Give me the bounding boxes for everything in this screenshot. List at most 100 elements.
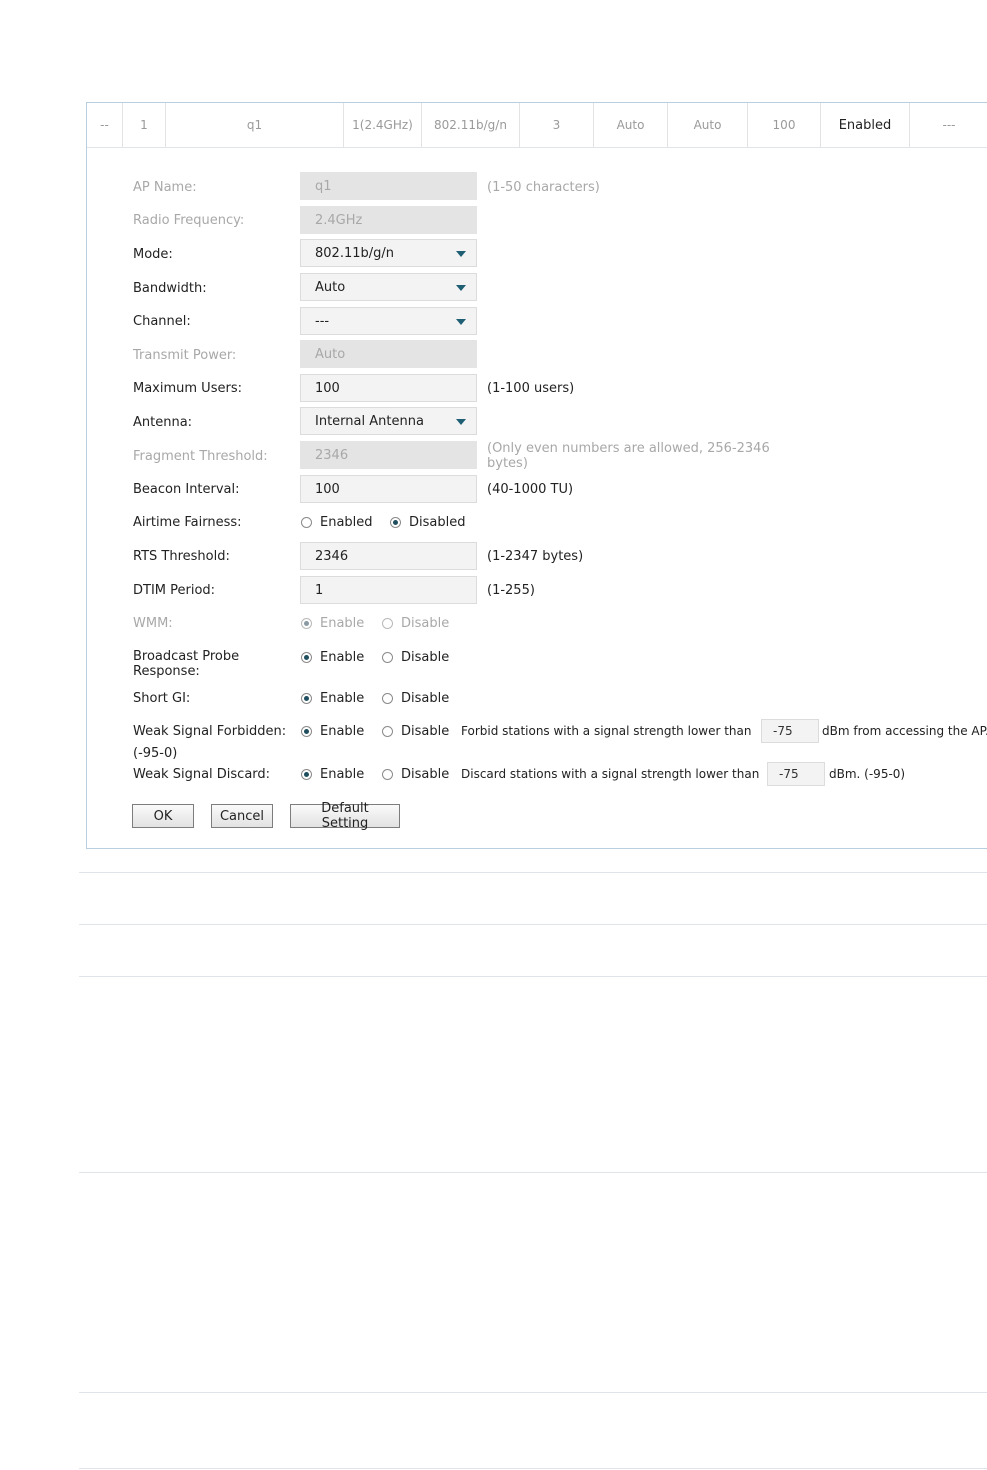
- bandwidth-value: Auto: [315, 279, 346, 295]
- table-cell: 3: [520, 103, 594, 147]
- table-cell: Enabled: [821, 103, 910, 147]
- radio-on-icon: [390, 517, 401, 528]
- wmm-disable-radio: Disable: [382, 616, 449, 631]
- dtim-period-hint: (1-255): [487, 583, 535, 598]
- table-cell: 802.11b/g/n: [422, 103, 520, 147]
- ok-button[interactable]: OK: [132, 804, 194, 828]
- radio-label: Enable: [320, 691, 365, 706]
- maximum-users-label: Maximum Users:: [133, 381, 242, 396]
- short-gi-label: Short GI:: [133, 691, 191, 706]
- radio-label: Enable: [320, 650, 365, 665]
- radio-on-icon: [301, 726, 312, 737]
- ap-name-hint: (1-50 characters): [487, 180, 600, 195]
- table-cell: ---: [942, 118, 956, 132]
- weak-signal-forbidden-unit: dBm from accessing the AP.: [822, 724, 987, 738]
- weak-signal-discard-disable-radio[interactable]: Disable: [382, 767, 449, 782]
- chevron-down-icon: [456, 419, 466, 425]
- radio-label: Disable: [401, 691, 450, 706]
- bandwidth-select[interactable]: Auto: [300, 273, 477, 301]
- maximum-users-input[interactable]: 100: [300, 374, 477, 402]
- table-row[interactable]: -- 1 q1 1(2.4GHz) 802.11b/g/n 3 Auto Aut…: [87, 103, 987, 148]
- beacon-interval-hint: (40-1000 TU): [487, 482, 574, 497]
- radio-on-icon: [301, 618, 312, 629]
- ap-name-label: AP Name:: [133, 180, 197, 195]
- channel-label: Channel:: [133, 314, 191, 329]
- radio-off-icon: [301, 517, 312, 528]
- antenna-label: Antenna:: [133, 415, 193, 430]
- wmm-label: WMM:: [133, 616, 173, 631]
- radio-label: Disable: [401, 767, 450, 782]
- radio-label: Disable: [401, 724, 450, 739]
- transmit-power-label: Transmit Power:: [133, 348, 237, 363]
- radio-label: Enable: [320, 616, 365, 631]
- radio-label: Disable: [401, 616, 450, 631]
- chevron-down-icon: [456, 251, 466, 257]
- fragment-threshold-hint-line2: bytes): [487, 456, 528, 471]
- broadcast-probe-disable-radio[interactable]: Disable: [382, 650, 449, 665]
- airtime-fairness-label: Airtime Fairness:: [133, 515, 242, 530]
- weak-signal-forbidden-enable-radio[interactable]: Enable: [301, 724, 364, 739]
- short-gi-disable-radio[interactable]: Disable: [382, 691, 449, 706]
- radio-frequency-label: Radio Frequency:: [133, 213, 245, 228]
- table-cell: 1: [123, 103, 166, 147]
- rts-threshold-input[interactable]: 2346: [300, 542, 477, 570]
- short-gi-enable-radio[interactable]: Enable: [301, 691, 364, 706]
- fragment-threshold-hint-line1: (Only even numbers are allowed, 256-2346: [487, 441, 770, 456]
- fragment-threshold-hint: (Only even numbers are allowed, 256-2346…: [487, 441, 770, 471]
- mode-value: 802.11b/g/n: [315, 245, 394, 261]
- table-cell: 1(2.4GHz): [344, 103, 422, 147]
- mode-label: Mode:: [133, 247, 173, 262]
- radio-off-icon: [382, 652, 393, 663]
- table-cell: --: [87, 103, 123, 147]
- radio-on-icon: [301, 769, 312, 780]
- radio-on-icon: [301, 652, 312, 663]
- fragment-threshold-field: 2346: [300, 441, 477, 469]
- broadcast-probe-enable-radio[interactable]: Enable: [301, 650, 364, 665]
- antenna-value: Internal Antenna: [315, 413, 424, 429]
- table-cell: q1: [166, 103, 344, 147]
- weak-signal-forbidden-disable-radio[interactable]: Disable: [382, 724, 449, 739]
- weak-signal-forbidden-text: Forbid stations with a signal strength l…: [461, 724, 752, 738]
- chevron-down-icon: [456, 285, 466, 291]
- radio-label: Disable: [401, 650, 450, 665]
- broadcast-probe-label-line1: Broadcast Probe: [133, 649, 240, 664]
- broadcast-probe-label-line2: Response:: [133, 664, 200, 679]
- antenna-select[interactable]: Internal Antenna: [300, 407, 477, 435]
- weak-signal-forbidden-label: Weak Signal Forbidden:: [133, 724, 287, 739]
- radio-label: Disabled: [409, 515, 466, 530]
- weak-signal-discard-input[interactable]: -75: [767, 762, 825, 786]
- ap-radio-settings-panel: -- 1 q1 1(2.4GHz) 802.11b/g/n 3 Auto Aut…: [86, 102, 987, 849]
- divider: [79, 872, 987, 873]
- rts-threshold-hint: (1-2347 bytes): [487, 549, 584, 564]
- table-cell: Auto: [668, 103, 748, 147]
- mode-select[interactable]: 802.11b/g/n: [300, 239, 477, 267]
- weak-signal-forbidden-input[interactable]: -75: [761, 719, 819, 743]
- radio-off-icon: [382, 769, 393, 780]
- weak-signal-discard-enable-radio[interactable]: Enable: [301, 767, 364, 782]
- weak-signal-discard-unit: dBm. (-95-0): [829, 767, 906, 781]
- dtim-period-label: DTIM Period:: [133, 583, 216, 598]
- cancel-button[interactable]: Cancel: [211, 804, 273, 828]
- radio-label: Enable: [320, 767, 365, 782]
- dtim-period-input[interactable]: 1: [300, 576, 477, 604]
- beacon-interval-label: Beacon Interval:: [133, 482, 240, 497]
- divider: [79, 976, 987, 977]
- airtime-fairness-enabled-radio[interactable]: Enabled: [301, 515, 373, 530]
- airtime-fairness-disabled-radio[interactable]: Disabled: [390, 515, 465, 530]
- beacon-interval-input[interactable]: 100: [300, 475, 477, 503]
- divider: [79, 1172, 987, 1173]
- divider: [79, 1468, 987, 1469]
- divider: [79, 1392, 987, 1393]
- fragment-threshold-label: Fragment Threshold:: [133, 449, 268, 464]
- radio-label: Enabled: [320, 515, 373, 530]
- weak-signal-forbidden-range: (-95-0): [133, 746, 178, 761]
- channel-value: ---: [315, 313, 330, 329]
- radio-off-icon: [382, 693, 393, 704]
- divider: [79, 924, 987, 925]
- maximum-users-hint: (1-100 users): [487, 381, 575, 396]
- default-setting-button[interactable]: Default Setting: [290, 801, 400, 831]
- wmm-enable-radio: Enable: [301, 616, 364, 631]
- table-cell: Auto: [594, 103, 668, 147]
- channel-select[interactable]: ---: [300, 307, 477, 335]
- radio-frequency-field: 2.4GHz: [300, 206, 477, 234]
